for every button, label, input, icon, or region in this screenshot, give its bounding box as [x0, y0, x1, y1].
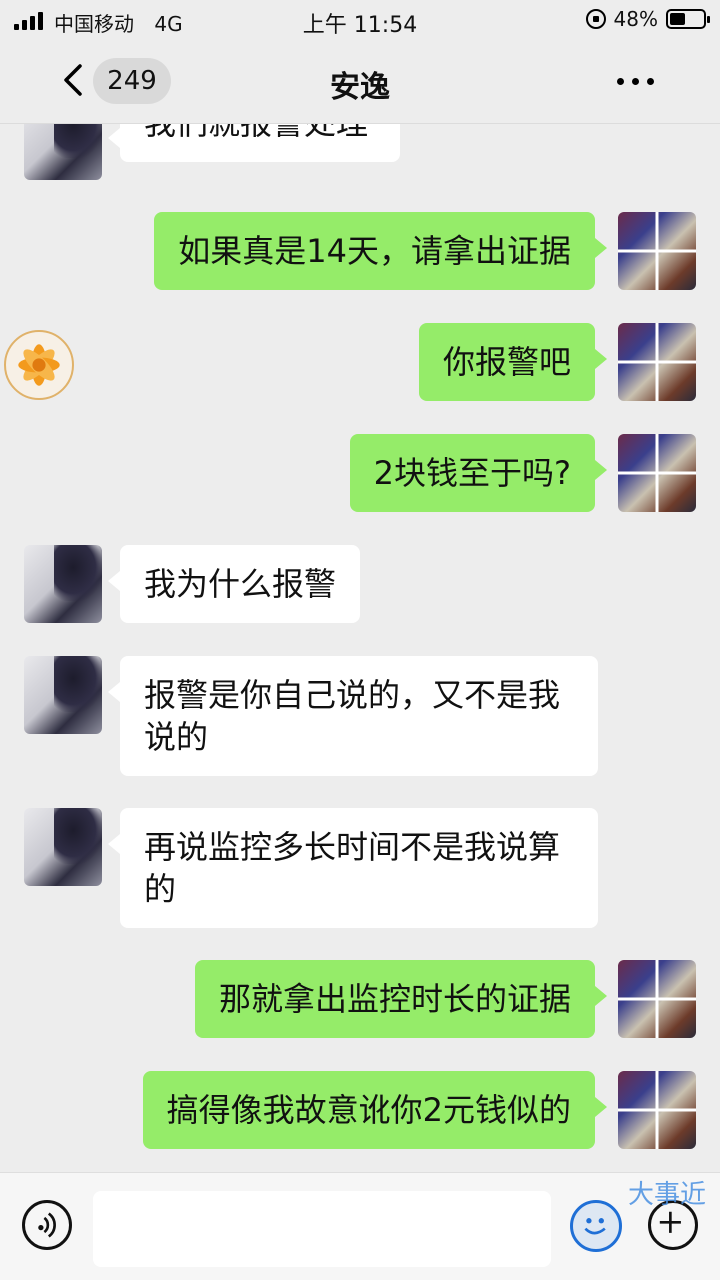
message-bubble-left[interactable]: 我们就报警处理: [108, 124, 400, 162]
more-dots-icon[interactable]: [617, 78, 654, 85]
message-bubble-right[interactable]: 你报警吧: [418, 323, 608, 401]
contact-avatar[interactable]: [24, 545, 102, 623]
message-text: 报警是你自己说的，又不是我说的: [144, 676, 561, 756]
voice-icon[interactable]: [22, 1200, 72, 1250]
contact-avatar[interactable]: [24, 656, 102, 734]
flower-avatar-icon[interactable]: [4, 330, 74, 400]
message-bubble-right[interactable]: 搞得像我故意讹你2元钱似的: [142, 1071, 608, 1149]
my-avatar[interactable]: [618, 323, 696, 401]
my-avatar[interactable]: [618, 212, 696, 290]
battery-percent: 48%: [613, 7, 658, 31]
message-text: 如果真是14天，请拿出证据: [178, 232, 571, 270]
watermark-logo: 大事近: [628, 1180, 707, 1210]
emoji-icon[interactable]: [570, 1200, 622, 1252]
message-text: 2块钱至于吗?: [373, 454, 571, 492]
input-bar: 大事近: [0, 1172, 720, 1280]
message-bubble-right[interactable]: 那就拿出监控时长的证据: [194, 960, 608, 1038]
contact-avatar[interactable]: [24, 124, 102, 180]
battery-icon: [666, 9, 710, 29]
status-bar: 中国移动 4G 上午 11:54 48%: [0, 0, 720, 40]
my-avatar[interactable]: [618, 960, 696, 1038]
message-text: 那就拿出监控时长的证据: [218, 980, 571, 1018]
message-bubble-left[interactable]: 报警是你自己说的，又不是我说的: [108, 656, 598, 776]
message-bubble-left[interactable]: 再说监控多长时间不是我说算的: [108, 808, 598, 928]
my-avatar[interactable]: [618, 434, 696, 512]
my-avatar[interactable]: [618, 1071, 696, 1149]
message-input[interactable]: [93, 1191, 551, 1267]
message-bubble-left[interactable]: 我为什么报警: [107, 545, 361, 623]
message-text: 再说监控多长时间不是我说算的: [144, 828, 561, 908]
message-list[interactable]: 我们就报警处理 如果真是14天，请拿出证据 你报警吧 2块钱至于吗? 我为什么报…: [0, 124, 720, 1172]
chat-title: 安逸: [330, 70, 390, 105]
chat-header: 249 安逸: [0, 40, 720, 124]
message-text: 我们就报警处理: [144, 124, 368, 142]
rotation-lock-icon: [585, 9, 606, 29]
message-bubble-right[interactable]: 如果真是14天，请拿出证据: [154, 212, 607, 290]
contact-avatar[interactable]: [24, 808, 102, 886]
message-text: 我为什么报警: [144, 565, 337, 603]
message-text: 你报警吧: [442, 343, 571, 381]
message-text: 搞得像我故意讹你2元钱似的: [166, 1091, 571, 1129]
message-bubble-right[interactable]: 2块钱至于吗?: [349, 434, 608, 512]
